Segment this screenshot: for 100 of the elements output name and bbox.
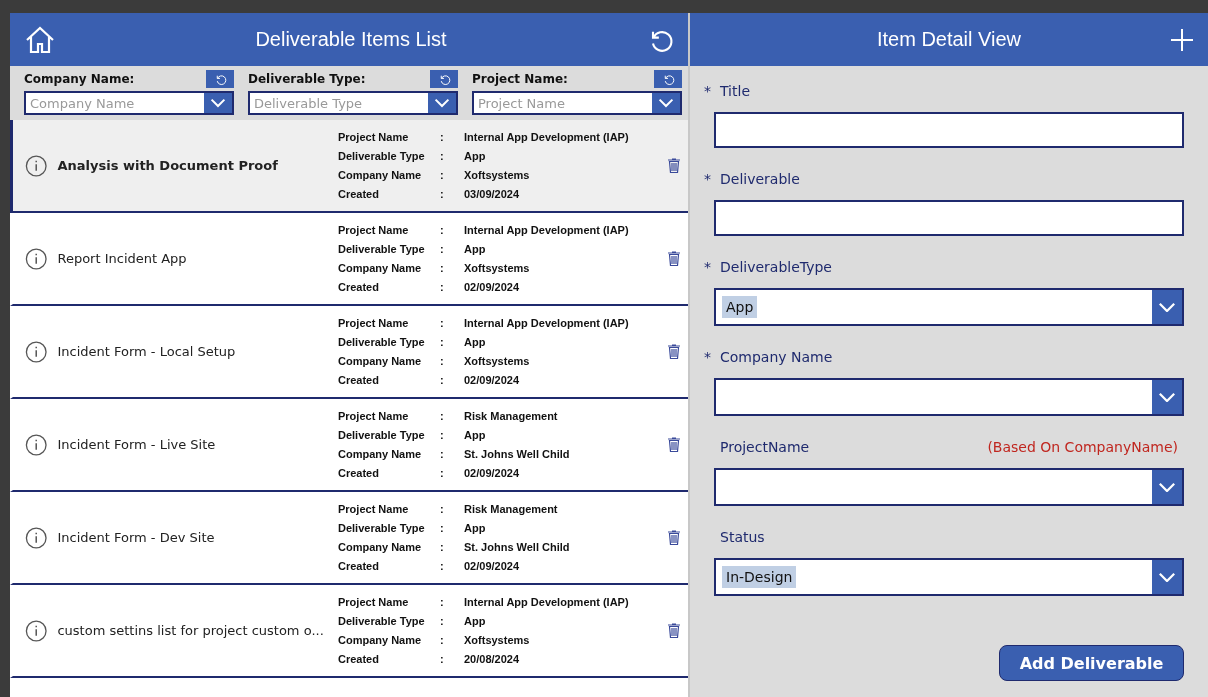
field-label: Created <box>338 558 380 574</box>
field-label: Deliverable Type <box>338 241 426 257</box>
field-label: Project Name <box>338 315 410 331</box>
field-label: Status <box>720 529 765 545</box>
item-title: Incident Form - Local Setup <box>57 344 237 359</box>
field-value: App <box>464 334 487 350</box>
separator: : <box>440 539 445 555</box>
field-label: Company Name <box>338 446 423 462</box>
selected-value: App <box>722 296 758 318</box>
dropdown-field[interactable] <box>714 378 1184 416</box>
field-value: 02/09/2024 <box>464 558 521 574</box>
field-label: Company Name <box>338 260 423 276</box>
field-label: Created <box>338 465 380 481</box>
required-marker: * <box>704 259 712 275</box>
field-value: App <box>464 520 487 536</box>
dropdown-button[interactable] <box>652 93 680 113</box>
dropdown-field[interactable]: In-Design <box>714 558 1184 596</box>
field-value: Internal App Development (IAP) <box>464 222 630 238</box>
reset-filter-button[interactable] <box>206 70 234 88</box>
selected-value: In-Design <box>722 566 797 588</box>
separator: : <box>440 501 445 517</box>
delete-button[interactable] <box>668 344 680 359</box>
filter-label: Project Name: <box>472 72 568 86</box>
separator: : <box>440 465 445 481</box>
field-label: Company Name <box>338 167 423 183</box>
field-value: App <box>464 427 487 443</box>
separator: : <box>440 222 445 238</box>
item-title: Incident Form - Live Site <box>57 437 217 452</box>
filter-dropdown[interactable]: Company Name <box>24 91 234 115</box>
field-label: Company Name <box>338 632 423 648</box>
text-field[interactable] <box>714 200 1184 236</box>
field-label: Deliverable Type <box>338 520 426 536</box>
add-deliverable-button[interactable]: Add Deliverable <box>999 645 1184 681</box>
delete-button[interactable] <box>668 158 680 173</box>
dropdown-button[interactable] <box>204 93 232 113</box>
field-value: St. Johns Well Child <box>464 539 571 555</box>
field-value: App <box>464 148 487 164</box>
filter-label: Company Name: <box>24 72 135 86</box>
dropdown-field[interactable]: App <box>714 288 1184 326</box>
delete-button[interactable] <box>668 530 680 545</box>
delete-button[interactable] <box>668 437 680 452</box>
trash-icon <box>668 158 680 173</box>
panel-title: Item Detail View <box>875 28 1023 51</box>
separator: : <box>440 260 445 276</box>
field-label: Company Name <box>338 539 423 555</box>
list-item[interactable]: Analysis with Document Proof Project Name : Internal App Development (IAP) Deliverable Type : App Company Name : Xoftsystems Created : 03/09/2024 <box>10 120 688 213</box>
field-label: Company Name <box>338 353 423 369</box>
required-marker: * <box>704 349 712 365</box>
field-label: Deliverable Type <box>338 613 426 629</box>
field-label: Created <box>338 186 380 202</box>
chevron-down-icon <box>1158 481 1176 493</box>
text-field[interactable] <box>714 112 1184 148</box>
field-value: 20/08/2024 <box>464 651 521 667</box>
field-label: Created <box>338 372 380 388</box>
field-value: Risk Management <box>464 501 559 517</box>
separator: : <box>440 353 445 369</box>
separator: : <box>440 279 445 295</box>
reset-filter-button[interactable] <box>654 70 682 88</box>
info-icon[interactable] <box>25 339 48 364</box>
chevron-down-icon <box>658 98 674 108</box>
trash-icon <box>668 344 680 359</box>
separator: : <box>440 446 445 462</box>
reset-filter-button[interactable] <box>430 70 458 88</box>
filter-dropdown[interactable]: Project Name <box>472 91 682 115</box>
field-note: (Based On CompanyName) <box>987 439 1178 455</box>
filter-dropdown[interactable]: Deliverable Type <box>248 91 458 115</box>
dropdown-field[interactable] <box>714 468 1184 506</box>
delete-button[interactable] <box>668 623 680 638</box>
item-title: Report Incident App <box>57 251 188 266</box>
item-title: Incident Form - Dev Site <box>57 530 216 545</box>
separator: : <box>440 148 445 164</box>
info-icon[interactable] <box>25 246 48 271</box>
separator: : <box>440 186 445 202</box>
dropdown-button[interactable] <box>428 93 456 113</box>
field-label: Project Name <box>338 408 410 424</box>
info-icon[interactable] <box>25 618 48 643</box>
field-value: 02/09/2024 <box>464 279 521 295</box>
filter-label: Deliverable Type: <box>248 72 366 86</box>
field-value: 02/09/2024 <box>464 465 521 481</box>
delete-button[interactable] <box>668 251 680 266</box>
item-title: Analysis with Document Proof <box>57 158 279 173</box>
trash-icon <box>668 251 680 266</box>
field-label: Created <box>338 651 380 667</box>
info-icon[interactable] <box>25 432 48 457</box>
separator: : <box>440 520 445 536</box>
chevron-down-icon <box>1158 391 1176 403</box>
separator: : <box>440 129 445 145</box>
separator: : <box>440 372 445 388</box>
info-icon[interactable] <box>25 153 48 178</box>
plus-icon <box>1170 27 1194 52</box>
chevron-down-icon <box>434 98 450 108</box>
separator: : <box>440 334 445 350</box>
info-icon[interactable] <box>25 525 48 550</box>
field-label: Company Name <box>720 349 833 365</box>
field-label: Created <box>338 279 380 295</box>
field-value: Xoftsystems <box>464 353 531 369</box>
field-label: DeliverableType <box>720 259 832 275</box>
field-value: Xoftsystems <box>464 632 531 648</box>
add-button[interactable] <box>1170 27 1194 52</box>
separator: : <box>440 167 445 183</box>
